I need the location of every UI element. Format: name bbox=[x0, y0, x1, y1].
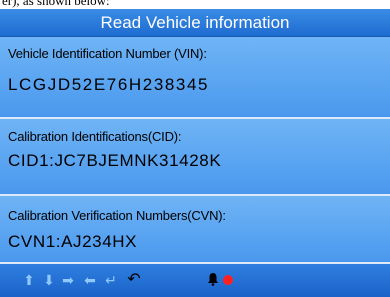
arrow-down-icon[interactable]: ⬇ bbox=[42, 272, 56, 288]
enter-icon[interactable]: ↵ bbox=[104, 272, 118, 288]
cvn-panel: Calibration Verification Numbers(CVN): C… bbox=[0, 196, 390, 264]
cid-panel: Calibration Identifications(CID): CID1:J… bbox=[0, 119, 390, 196]
cvn-value: CVN1:AJ234HX bbox=[8, 232, 138, 251]
arrow-left-icon[interactable]: ⬅ bbox=[83, 272, 97, 288]
arrow-right-icon[interactable]: ➡ bbox=[61, 272, 75, 288]
arrow-up-icon[interactable]: ⬆ bbox=[22, 272, 36, 288]
vin-value: LCGJD52E76H238345 bbox=[8, 75, 210, 94]
bottom-toolbar: ⬆ ⬇ ➡ ⬅ ↵ ↶ bbox=[0, 264, 390, 297]
top-caption-text: er), as shown below: bbox=[2, 0, 110, 8]
cvn-label: Calibration Verification Numbers(CVN): bbox=[8, 208, 226, 223]
vin-label: Vehicle Identification Number (VIN): bbox=[8, 46, 207, 61]
cid-value: CID1:JC7BJEMNK31428K bbox=[8, 151, 222, 170]
bell-icon-glyph bbox=[208, 273, 218, 286]
vin-panel: Vehicle Identification Number (VIN): LCG… bbox=[0, 37, 390, 119]
cid-label: Calibration Identifications(CID): bbox=[8, 129, 182, 144]
page-title: Read Vehicle information bbox=[0, 9, 390, 37]
top-caption-strip: er), as shown below: bbox=[0, 0, 390, 9]
bell-icon bbox=[206, 272, 220, 288]
record-icon bbox=[223, 275, 233, 285]
back-icon[interactable]: ↶ bbox=[127, 272, 141, 288]
